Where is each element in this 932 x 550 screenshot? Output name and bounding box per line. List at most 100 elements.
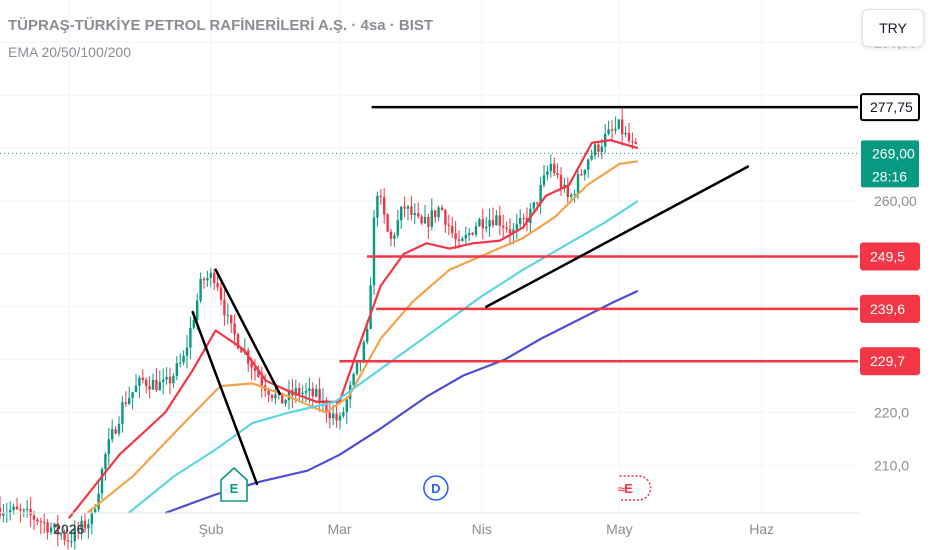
- candle-body-4: [12, 506, 15, 510]
- candle-body-130: [440, 207, 444, 211]
- candle-body-172: [583, 169, 586, 175]
- candle-body-111: [376, 195, 379, 218]
- candle-body-52: [175, 363, 178, 376]
- candle-body-115: [389, 231, 393, 239]
- candle-body-41: [138, 377, 141, 386]
- event-marker-dividend[interactable]: D: [423, 475, 449, 501]
- candle-body-104: [352, 373, 355, 386]
- candle-body-11: [36, 519, 39, 522]
- candle-body-165: [559, 174, 563, 189]
- candle-114: [386, 213, 389, 233]
- candle-body-47: [158, 381, 161, 391]
- bar-countdown-label: 28:16: [872, 168, 907, 184]
- event-marker-earnings-upcoming[interactable]: ≈E: [617, 475, 652, 501]
- candle-body-100: [338, 415, 342, 421]
- candle-body-135: [457, 239, 461, 241]
- y-axis[interactable]: 290,00260,00220,0210,0277,75249,5239,622…: [858, 0, 932, 550]
- candle-body-127: [430, 210, 433, 227]
- candle-107: [362, 339, 365, 364]
- candle-body-56: [189, 327, 192, 348]
- candle-body-128: [434, 210, 437, 218]
- candle-body-57: [192, 320, 195, 328]
- currency-button[interactable]: TRY: [862, 9, 924, 47]
- price-chart[interactable]: ED≈E 290,00260,00220,0210,0277,75249,523…: [0, 0, 932, 550]
- candle-body-148: [502, 225, 505, 228]
- candle-body-14: [46, 522, 49, 533]
- candle-body-132: [447, 224, 450, 226]
- price-level-label-3: 229,7: [870, 353, 905, 369]
- candle-body-91: [308, 388, 311, 391]
- candle-body-131: [444, 210, 447, 225]
- candle-body-51: [172, 375, 175, 384]
- candle-body-12: [39, 521, 42, 523]
- event-letter: E: [624, 481, 633, 496]
- candle-body-62: [209, 272, 212, 278]
- candle-body-126: [427, 216, 430, 227]
- candle-body-176: [597, 144, 600, 152]
- candle-body-74: [250, 363, 253, 368]
- x-tick-label-1: Şub: [199, 521, 224, 537]
- candle-body-149: [505, 227, 508, 230]
- candle-body-21: [70, 541, 73, 543]
- candle-body-182: [617, 119, 620, 129]
- candle-body-138: [468, 232, 471, 235]
- x-tick-label-4: May: [606, 521, 632, 537]
- x-tick-label-5: Haz: [749, 521, 774, 537]
- candle-body-120: [406, 206, 410, 209]
- candle-body-118: [400, 206, 403, 221]
- candle-body-146: [495, 215, 498, 226]
- candle-body-43: [145, 379, 148, 387]
- candle-body-153: [519, 217, 522, 225]
- candle-body-7: [22, 509, 25, 511]
- candle-body-187: [634, 141, 637, 144]
- candle-body-109: [369, 285, 372, 330]
- candle-body-170: [576, 174, 580, 194]
- candle-body-141: [478, 219, 481, 227]
- candle-body-94: [318, 388, 321, 403]
- candle-body-108: [366, 329, 369, 343]
- y-tick-label-3: 210,0: [874, 457, 909, 473]
- candle-body-144: [488, 220, 491, 227]
- candle-body-37: [124, 402, 127, 404]
- price-level-label-2: 239,6: [870, 301, 905, 317]
- candle-body-63: [213, 272, 216, 284]
- current-price-label: 269,00: [872, 145, 915, 161]
- candle-body-92: [311, 388, 314, 397]
- candle-body-59: [199, 278, 202, 301]
- candle-body-30: [100, 468, 104, 494]
- candle-body-184: [624, 132, 627, 135]
- candle-body-79: [267, 390, 270, 395]
- candle-body-147: [498, 215, 501, 226]
- candle-body-169: [573, 193, 576, 195]
- candle-body-60: [202, 278, 206, 281]
- candle-body-32: [107, 439, 110, 454]
- candle-body-29: [97, 493, 100, 510]
- candle-body-145: [491, 220, 495, 226]
- candle-body-136: [461, 238, 464, 241]
- candle-body-162: [549, 163, 552, 172]
- candle-body-137: [464, 234, 467, 239]
- candle-body-10: [32, 515, 36, 520]
- y-tick-label-2: 220,0: [874, 405, 909, 421]
- candle-body-121: [410, 206, 413, 216]
- candle-body-119: [403, 206, 406, 209]
- candle-body-13: [43, 522, 46, 524]
- candle-body-124: [420, 216, 423, 224]
- candle-body-150: [508, 229, 512, 234]
- x-tick-label-0: 2026: [53, 521, 84, 537]
- candle-body-152: [515, 224, 518, 230]
- candle-182: [617, 119, 620, 131]
- candle-body-102: [345, 399, 348, 413]
- candle-body-186: [631, 141, 634, 143]
- x-tick-label-2: Mar: [327, 521, 351, 537]
- candle-105: [355, 362, 359, 376]
- candle-body-98: [332, 413, 335, 419]
- candle-body-88: [298, 387, 301, 395]
- candle-body-5: [15, 506, 19, 510]
- candle-body-33: [111, 429, 114, 440]
- candle-body-90: [304, 390, 308, 393]
- candle-body-40: [134, 385, 138, 393]
- candle-body-38: [128, 397, 131, 404]
- candle-body-45: [151, 379, 155, 390]
- candle-body-180: [610, 129, 614, 131]
